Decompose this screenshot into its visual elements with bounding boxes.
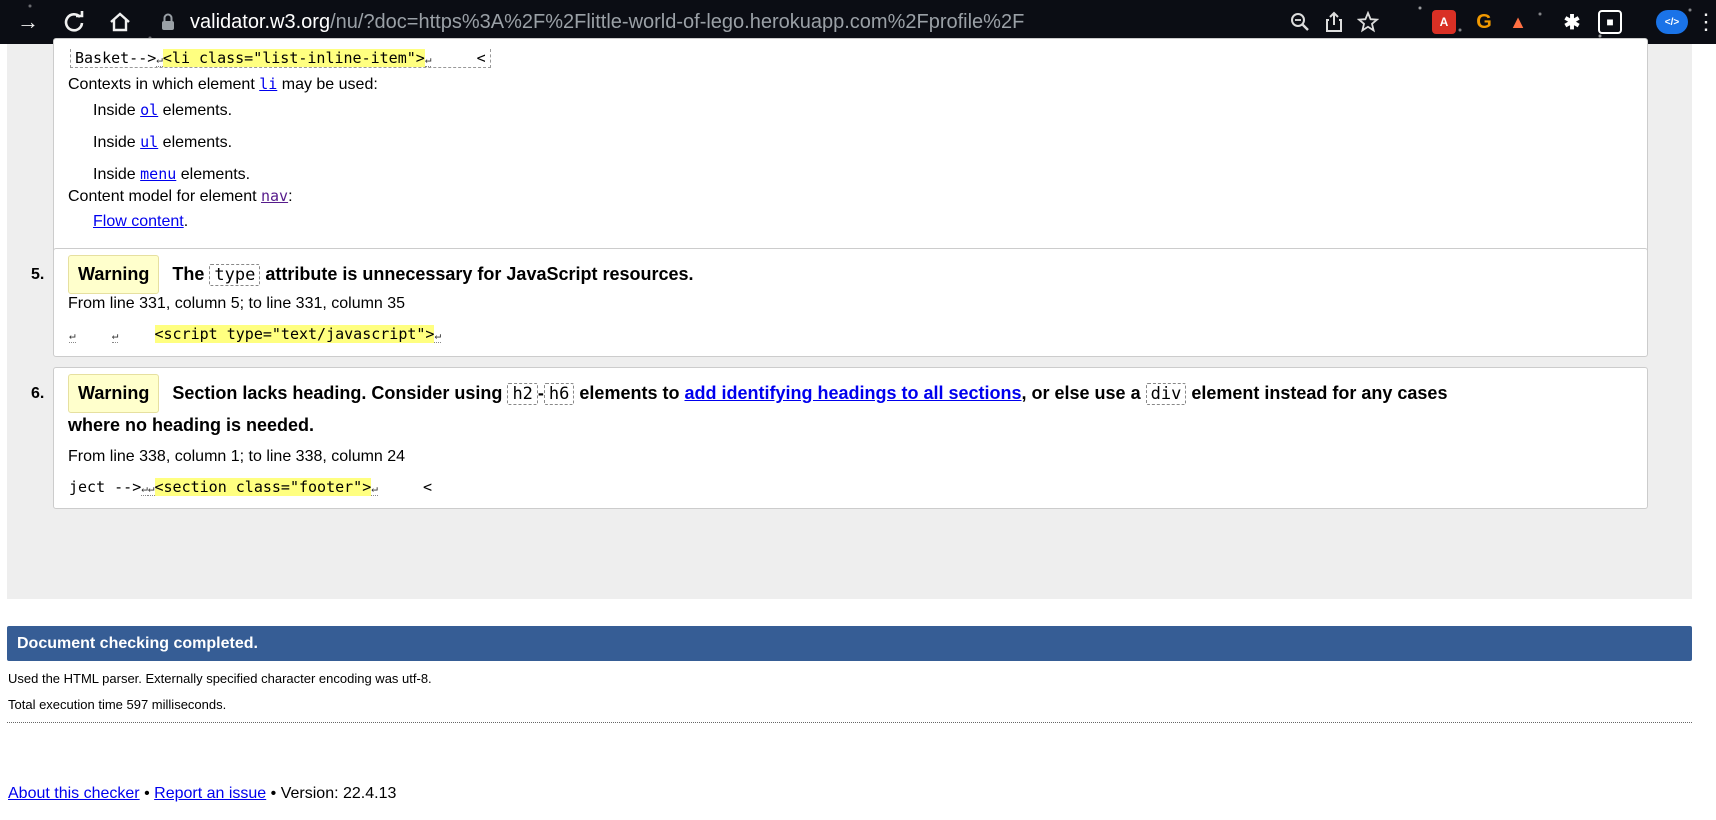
extract-prefix: ject --> — [69, 478, 142, 496]
context-item: Inside menu elements. — [93, 165, 250, 184]
title-text: element instead for any cases — [1191, 383, 1448, 403]
context-item: Inside ol elements. — [93, 101, 232, 120]
extract-highlight: <section class="footer"> — [154, 478, 372, 496]
element-li-link[interactable]: li — [259, 75, 277, 93]
contexts-label: Contexts in which element — [68, 76, 255, 93]
element-ol-link[interactable]: ol — [140, 101, 158, 119]
bookmark-star-icon[interactable] — [1354, 8, 1382, 36]
page-footer: About this checker • Report an issue • V… — [8, 785, 396, 803]
context-suffix: elements. — [180, 166, 251, 183]
extract-suffix: < — [423, 478, 433, 496]
return-marker: ↵ — [69, 329, 76, 343]
extract-highlight: <li class="list-inline-item"> — [162, 49, 425, 67]
about-checker-link[interactable]: About this checker — [8, 785, 140, 802]
puzzle-extensions-icon[interactable]: ✱ — [1560, 10, 1584, 34]
location-text: From line 331, column 5; to line 331, co… — [68, 295, 406, 312]
devtools-extension-icon[interactable]: </> — [1656, 10, 1688, 34]
report-issue-link[interactable]: Report an issue — [154, 785, 266, 802]
title-text: , or else use a — [1021, 383, 1141, 403]
location-text: From line 338, column 1; to line 338, co… — [68, 448, 406, 465]
flow-content-link[interactable]: Flow content — [93, 213, 184, 230]
extract-prefix: Basket--> — [75, 49, 157, 67]
pdf-extension-icon[interactable]: A — [1432, 10, 1456, 34]
content-model-colon: : — [288, 188, 293, 205]
window-icon[interactable]: ■ — [1598, 10, 1622, 34]
share-icon[interactable] — [1320, 8, 1348, 36]
message-number: 6. — [31, 385, 45, 402]
warning-badge: Warning — [68, 255, 160, 294]
divider — [7, 722, 1692, 723]
inline-code: type — [209, 264, 261, 286]
title-text: attribute is unnecessary for JavaScript … — [265, 264, 694, 284]
extract-suffix: < — [476, 49, 486, 67]
return-marker: ↵ — [111, 329, 119, 343]
footer-separator: • — [144, 785, 150, 802]
source-extract: Basket-->↵<li class="list-inline-item">↵… — [70, 49, 491, 68]
home-icon[interactable] — [106, 8, 134, 36]
results-list: Basket-->↵<li class="list-inline-item">↵… — [7, 38, 1692, 599]
message-6-card: Warning Section lacks heading. Consider … — [53, 367, 1648, 509]
inline-code: h2 — [507, 383, 538, 405]
completion-banner: Document checking completed. — [7, 626, 1692, 661]
content-model-label: Content model for element — [68, 188, 257, 205]
return-marker: ↵ — [424, 53, 432, 67]
title-text: The — [172, 264, 205, 284]
message-number: 5. — [31, 266, 45, 283]
url-path: /nu/?doc=https%3A%2F%2Flittle-world-of-l… — [330, 10, 1025, 33]
return-marker: ↵ — [371, 482, 378, 496]
url-host: validator.w3.org — [190, 10, 331, 33]
lock-icon — [160, 13, 176, 31]
context-prefix: Inside — [93, 166, 136, 183]
parser-note: Used the HTML parser. Externally specifi… — [8, 671, 432, 686]
return-marker: ↵ — [434, 329, 442, 343]
address-bar[interactable]: validator.w3.org/nu/?doc=https%3A%2F%2Fl… — [160, 7, 1160, 37]
return-marker: ↵ — [147, 482, 155, 496]
content-model-value: Flow content. — [93, 213, 188, 231]
context-suffix: elements. — [162, 102, 233, 119]
contexts-heading: Contexts in which element li may be used… — [68, 75, 378, 94]
return-marker: ↵ — [141, 482, 148, 496]
content-model-period: . — [183, 213, 189, 230]
completion-title: Document checking completed. — [17, 634, 258, 652]
message-5-card: Warning The type attribute is unnecessar… — [53, 248, 1648, 357]
context-prefix: Inside — [93, 102, 136, 119]
element-ul-link[interactable]: ul — [140, 133, 158, 151]
execution-time-note: Total execution time 597 milliseconds. — [8, 697, 227, 712]
context-suffix: elements. — [162, 134, 233, 151]
element-menu-link[interactable]: menu — [140, 165, 176, 183]
grammarly-extension-icon[interactable]: G — [1472, 10, 1496, 34]
context-item: Inside ul elements. — [93, 133, 232, 152]
source-extract: ject -->↵↵<section class="footer">↵ < — [69, 478, 432, 496]
version-text: Version: 22.4.13 — [280, 785, 397, 802]
inline-code: div — [1145, 383, 1187, 405]
contexts-suffix: may be used: — [281, 76, 378, 93]
source-extract: ↵ ↵ <script type="text/javascript">↵ — [69, 325, 442, 343]
return-marker: ↵ — [156, 53, 163, 67]
message-title: Warning The type attribute is unnecessar… — [68, 255, 694, 294]
title-text: Section lacks heading. Consider using — [172, 383, 503, 403]
forward-icon[interactable]: → — [14, 8, 42, 36]
extension-icon[interactable]: ▲ — [1506, 10, 1530, 34]
extract-highlight: <script type="text/javascript"> — [154, 325, 435, 343]
title-text: elements to — [579, 383, 680, 403]
zoom-icon[interactable] — [1286, 8, 1314, 36]
footer-separator: • — [270, 785, 277, 802]
message-title-line2: where no heading is needed. — [68, 415, 315, 435]
context-prefix: Inside — [93, 134, 136, 151]
menu-icon[interactable]: ⋮ — [1695, 8, 1716, 36]
reload-icon[interactable] — [60, 8, 88, 36]
inline-code: h6 — [543, 383, 575, 405]
content-model-heading: Content model for element nav: — [68, 187, 293, 206]
element-nav-link[interactable]: nav — [261, 187, 288, 205]
headings-help-link[interactable]: add identifying headings to all sections — [684, 383, 1021, 403]
